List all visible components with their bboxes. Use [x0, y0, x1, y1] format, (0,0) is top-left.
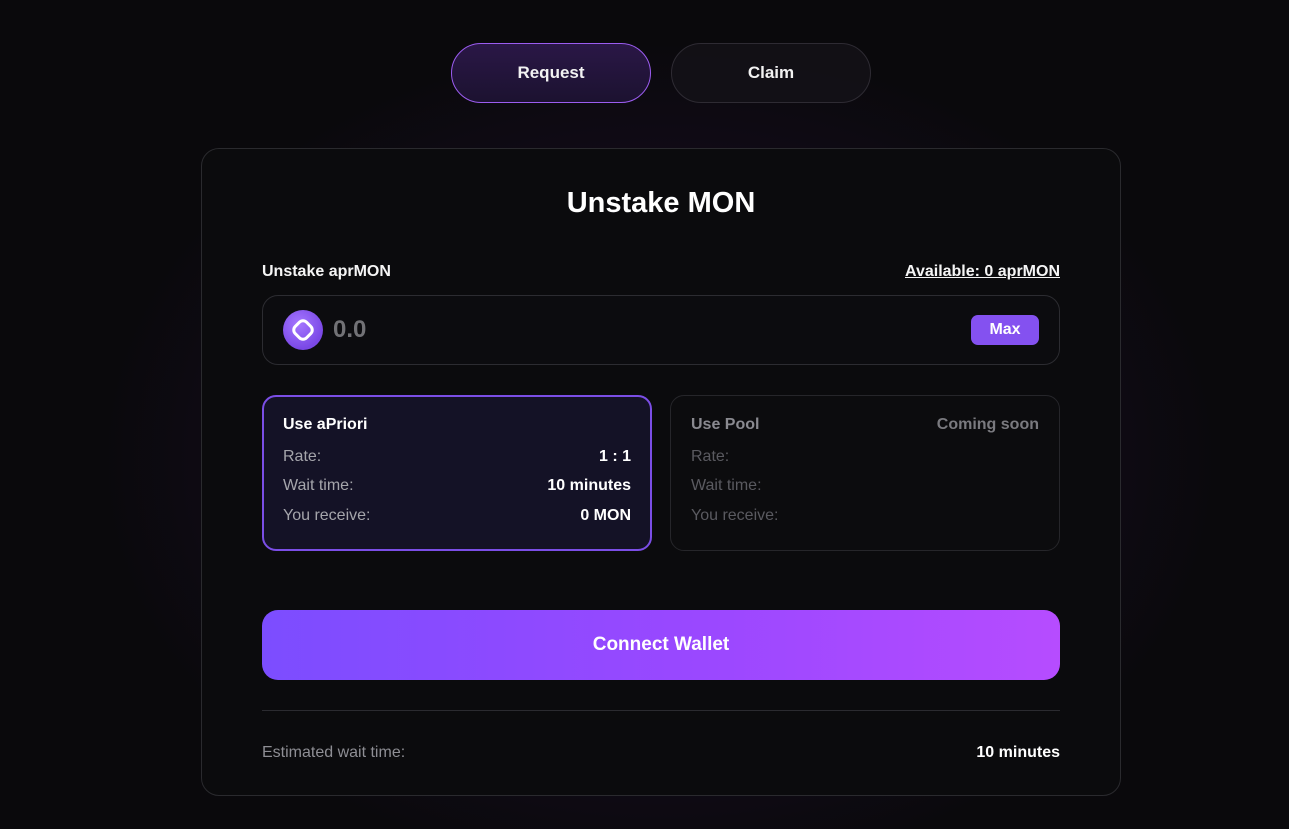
- divider: [262, 710, 1060, 711]
- option-use-apriori[interactable]: Use aPriori Rate: 1 : 1 Wait time: 10 mi…: [262, 395, 652, 551]
- rate-label: Rate:: [691, 447, 730, 465]
- tab-claim[interactable]: Claim: [671, 43, 871, 103]
- option-title: Use Pool: [691, 416, 760, 433]
- estimated-wait-value: 10 minutes: [976, 744, 1060, 761]
- receive-row: You receive:: [691, 501, 1039, 531]
- receive-value: 0 MON: [580, 506, 631, 524]
- card-title: Unstake MON: [566, 187, 756, 219]
- mode-tabs: Request Claim: [451, 43, 871, 103]
- amount-field: Max: [262, 295, 1060, 365]
- wait-time-value: 10 minutes: [547, 477, 631, 495]
- amount-input[interactable]: [333, 316, 971, 344]
- estimated-wait-label: Estimated wait time:: [262, 744, 406, 761]
- rate-row: Rate: 1 : 1: [283, 442, 631, 472]
- option-use-pool: Use Pool Coming soon Rate: Wait time: Yo…: [670, 395, 1060, 551]
- available-balance-link[interactable]: Available: 0 aprMON: [905, 263, 1060, 281]
- apriori-token-icon: [283, 310, 323, 350]
- unstake-card: Unstake MON Unstake aprMON Available: 0 …: [201, 148, 1121, 796]
- connect-wallet-button[interactable]: Connect Wallet: [262, 610, 1060, 680]
- wait-time-label: Wait time:: [691, 477, 762, 495]
- receive-label: You receive:: [283, 506, 371, 524]
- unstake-options: Use aPriori Rate: 1 : 1 Wait time: 10 mi…: [262, 395, 1060, 551]
- unstake-input-label: Unstake aprMON: [262, 263, 391, 280]
- max-button[interactable]: Max: [971, 315, 1039, 345]
- receive-row: You receive: 0 MON: [283, 501, 631, 531]
- wait-time-row: Wait time: 10 minutes: [283, 472, 631, 502]
- receive-label: You receive:: [691, 506, 779, 524]
- rate-row: Rate:: [691, 442, 1039, 472]
- rate-label: Rate:: [283, 447, 322, 465]
- coming-soon-badge: Coming soon: [936, 416, 1039, 433]
- tab-request[interactable]: Request: [451, 43, 651, 103]
- option-title: Use aPriori: [283, 416, 368, 433]
- rate-value: 1 : 1: [598, 447, 631, 465]
- wait-time-row: Wait time:: [691, 472, 1039, 502]
- wait-time-label: Wait time:: [283, 477, 354, 495]
